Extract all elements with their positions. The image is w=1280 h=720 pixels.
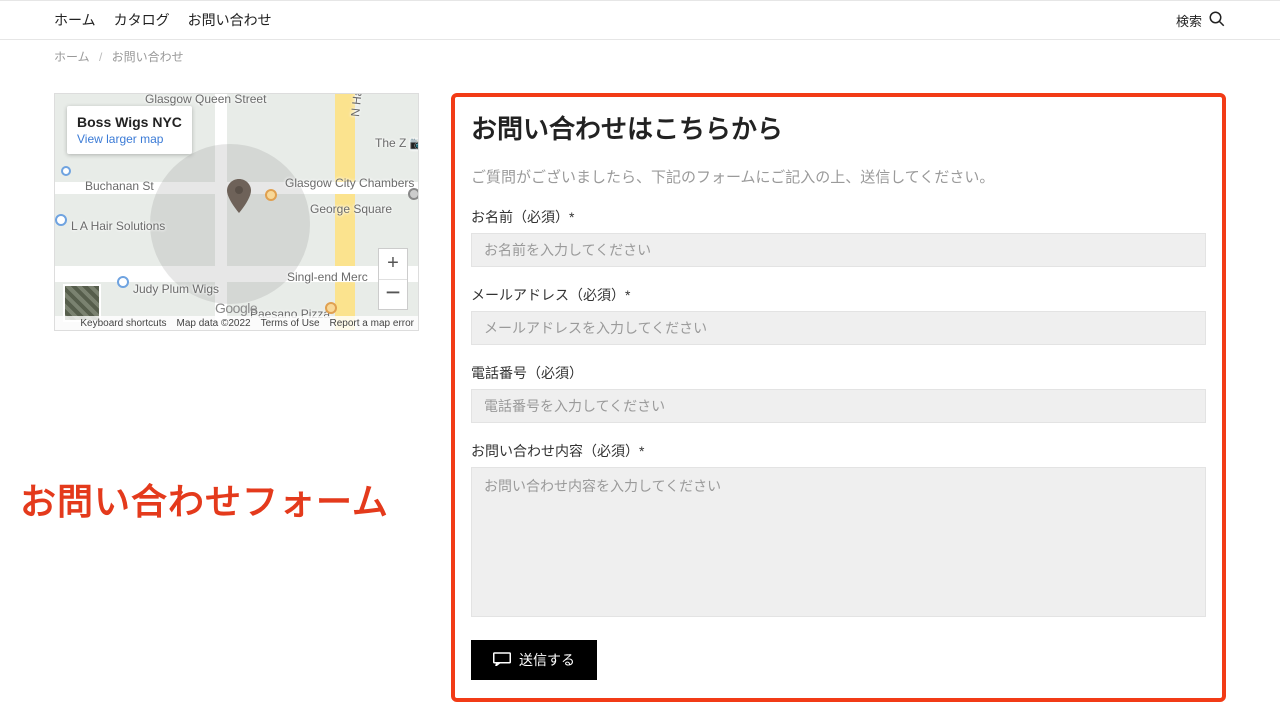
- search-icon: [1208, 10, 1226, 31]
- map-label-judy: Judy Plum Wigs: [133, 282, 219, 296]
- map-footer: Keyboard shortcuts Map data ©2022 Terms …: [55, 316, 418, 330]
- map-marker-icon: [227, 179, 251, 213]
- crumb-home[interactable]: ホーム: [54, 50, 90, 64]
- submit-button[interactable]: 送信する: [471, 640, 597, 680]
- map-zoom-controls: + −: [378, 248, 408, 310]
- breadcrumb: ホーム / お問い合わせ: [0, 40, 1280, 73]
- search-trigger[interactable]: 検索: [1176, 10, 1226, 31]
- crumb-sep: /: [99, 50, 102, 64]
- map-radius: [150, 144, 310, 304]
- crumb-current: お問い合わせ: [112, 50, 184, 64]
- topnav: ホーム カタログ お問い合わせ: [54, 10, 272, 30]
- map-infobox: Boss Wigs NYC View larger map: [67, 106, 192, 154]
- map-pin-icon: [265, 189, 277, 201]
- map-pin-icon: [325, 302, 337, 314]
- map-footer-shortcuts[interactable]: Keyboard shortcuts: [80, 318, 166, 329]
- map-label-buchanan: Buchanan St: [85, 179, 154, 193]
- form-intro: ご質問がございましたら、下記のフォームにご記入の上、送信してください。: [471, 166, 1206, 187]
- map-footer-report[interactable]: Report a map error: [330, 318, 414, 329]
- map-label-chambers: Glasgow City Chambers: [285, 176, 414, 190]
- map-google-logo: Google: [215, 300, 257, 316]
- annotation-callout: お問い合わせフォーム: [20, 473, 389, 525]
- contact-form-panel: お問い合わせはこちらから ご質問がございましたら、下記のフォームにご記入の上、送…: [451, 93, 1226, 702]
- map-label-singl: Singl-end Merc: [287, 270, 368, 284]
- map-info-larger-link[interactable]: View larger map: [77, 132, 182, 146]
- chat-icon: [493, 652, 511, 669]
- map-zoom-in-button[interactable]: +: [379, 249, 407, 279]
- map-pin-icon: [61, 166, 71, 176]
- map-label-thez: The Z 📷: [375, 136, 419, 150]
- submit-label: 送信する: [519, 650, 575, 670]
- form-title: お問い合わせはこちらから: [471, 109, 1206, 146]
- map-zoom-out-button[interactable]: −: [379, 279, 407, 309]
- nav-catalog[interactable]: カタログ: [114, 10, 170, 30]
- map-label-lahair: L A Hair Solutions: [71, 219, 165, 233]
- map-pin-icon: [117, 276, 129, 288]
- map-footer-terms[interactable]: Terms of Use: [261, 318, 320, 329]
- search-label: 検索: [1176, 11, 1202, 30]
- map-pin-icon: [408, 188, 419, 200]
- map-label-george-square: George Square: [310, 202, 392, 216]
- email-input[interactable]: [471, 311, 1206, 345]
- nav-contact[interactable]: お問い合わせ: [188, 10, 272, 30]
- phone-input[interactable]: [471, 389, 1206, 423]
- map-label-hanover: N Hanov: [348, 93, 367, 117]
- map-footer-data: Map data ©2022: [177, 318, 251, 329]
- nav-home[interactable]: ホーム: [54, 10, 96, 30]
- topbar: ホーム カタログ お問い合わせ 検索: [0, 0, 1280, 40]
- name-label: お名前（必須）*: [471, 207, 1206, 227]
- map-pin-icon: [55, 214, 67, 226]
- email-label: メールアドレス（必須）*: [471, 285, 1206, 305]
- map-label-queen-street: Glasgow Queen Street: [145, 93, 266, 106]
- map-embed[interactable]: Glasgow Queen Street N Hanov The Z 📷 Buc…: [54, 93, 419, 331]
- map-info-title: Boss Wigs NYC: [77, 114, 182, 130]
- message-textarea[interactable]: [471, 467, 1206, 617]
- message-label: お問い合わせ内容（必須）*: [471, 441, 1206, 461]
- phone-label: 電話番号（必須）: [471, 363, 1206, 383]
- name-input[interactable]: [471, 233, 1206, 267]
